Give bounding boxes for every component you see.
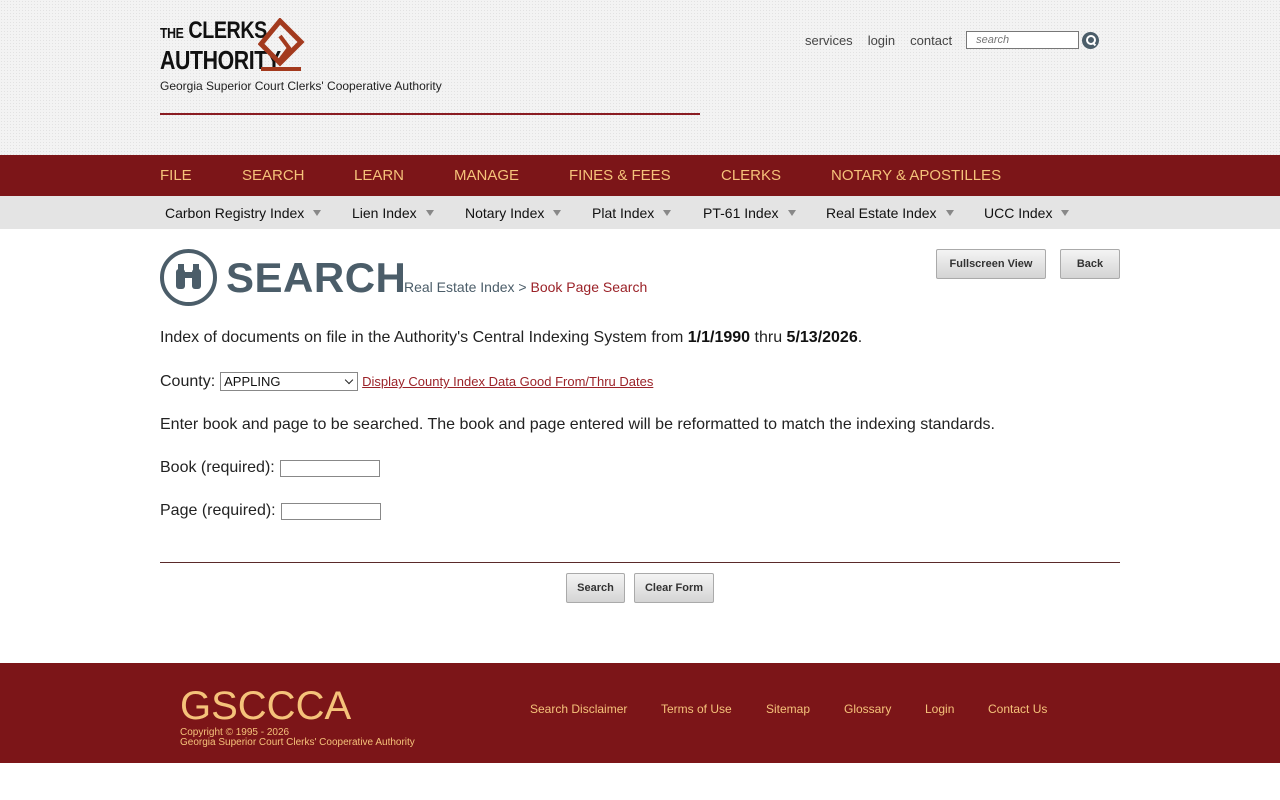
county-row: County: APPLING Display County Index Dat… <box>160 372 653 391</box>
dropdown-triangle-icon <box>553 210 562 216</box>
select-chevron-icon <box>344 375 354 385</box>
nav-file[interactable]: FILE <box>160 167 192 184</box>
back-button[interactable]: Back <box>1060 249 1120 279</box>
subnav-pt61[interactable]: PT-61 Index <box>703 205 796 221</box>
site-logo[interactable]: THE CLERKS AUTHORITY <box>160 18 310 76</box>
fullscreen-button[interactable]: Fullscreen View <box>936 249 1046 279</box>
breadcrumb-real-estate[interactable]: Real Estate Index <box>404 279 515 295</box>
nav-fines-fees[interactable]: FINES & FEES <box>569 167 671 184</box>
dropdown-triangle-icon <box>787 210 796 216</box>
nav-notary-apostilles[interactable]: NOTARY & APOSTILLES <box>831 167 1001 184</box>
form-divider <box>160 562 1120 563</box>
index-subnav: Carbon Registry Index Lien Index Notary … <box>0 196 1280 229</box>
county-label: County: <box>160 372 216 390</box>
logo-mark-icon <box>258 18 305 71</box>
footer-search-disclaimer[interactable]: Search Disclaimer <box>530 702 627 716</box>
footer-brand: GSCCCA <box>180 684 352 728</box>
subnav-notary[interactable]: Notary Index <box>465 205 562 221</box>
footer-glossary[interactable]: Glossary <box>844 702 891 716</box>
book-row: Book (required): <box>160 459 380 477</box>
nav-learn[interactable]: LEARN <box>354 167 404 184</box>
breadcrumb-separator: > <box>518 279 527 295</box>
site-tagline: Georgia Superior Court Clerks' Cooperati… <box>160 79 442 93</box>
login-link[interactable]: login <box>868 33 895 48</box>
county-dates-link[interactable]: Display County Index Data Good From/Thru… <box>362 374 653 389</box>
dropdown-triangle-icon <box>663 210 672 216</box>
page-row: Page (required): <box>160 502 381 520</box>
book-label: Book (required): <box>160 459 275 476</box>
page-title: SEARCH <box>226 254 407 301</box>
index-from-date: 1/1/1990 <box>687 329 751 346</box>
nav-manage[interactable]: MANAGE <box>454 167 519 184</box>
search-icon[interactable] <box>1082 31 1100 49</box>
index-date-range: Index of documents on file in the Author… <box>160 329 863 346</box>
footer-sitemap[interactable]: Sitemap <box>766 702 810 716</box>
subnav-real-estate[interactable]: Real Estate Index <box>826 205 954 221</box>
contact-link[interactable]: contact <box>910 33 952 48</box>
page-input[interactable] <box>280 502 381 520</box>
nav-clerks[interactable]: CLERKS <box>721 167 781 184</box>
main-nav: FILE SEARCH LEARN MANAGE FINES & FEES CL… <box>0 155 1280 196</box>
dropdown-triangle-icon <box>945 210 954 216</box>
footer-login[interactable]: Login <box>925 702 954 716</box>
county-select[interactable]: APPLING <box>220 372 359 391</box>
dropdown-triangle-icon <box>313 210 322 216</box>
services-link[interactable]: services <box>805 33 853 48</box>
header-divider <box>160 113 700 115</box>
site-header: THE CLERKS AUTHORITY Georgia Superior Co… <box>0 0 1280 155</box>
site-footer: GSCCCA Copyright © 1995 - 2026 Georgia S… <box>0 663 1280 763</box>
subnav-ucc[interactable]: UCC Index <box>984 205 1070 221</box>
book-input[interactable] <box>279 459 380 477</box>
footer-contact[interactable]: Contact Us <box>988 702 1047 716</box>
footer-terms[interactable]: Terms of Use <box>661 702 732 716</box>
nav-search[interactable]: SEARCH <box>242 167 305 184</box>
footer-copyright: Copyright © 1995 - 2026 Georgia Superior… <box>180 727 415 748</box>
search-instructions: Enter book and page to be searched. The … <box>160 416 995 433</box>
search-button[interactable]: Search <box>566 573 625 603</box>
breadcrumb-current: Book Page Search <box>530 279 648 295</box>
page-label: Page (required): <box>160 502 276 519</box>
index-to-date: 5/13/2026 <box>786 329 858 346</box>
utility-nav: services login contact <box>805 31 1100 49</box>
subnav-plat[interactable]: Plat Index <box>592 205 672 221</box>
dropdown-triangle-icon <box>1061 210 1070 216</box>
dropdown-triangle-icon <box>425 210 434 216</box>
subnav-lien[interactable]: Lien Index <box>352 205 434 221</box>
site-search-input[interactable] <box>966 31 1080 49</box>
subnav-carbon-registry[interactable]: Carbon Registry Index <box>165 205 322 221</box>
breadcrumb: Real Estate Index > Book Page Search <box>404 279 647 295</box>
binoculars-icon <box>160 249 217 306</box>
clear-form-button[interactable]: Clear Form <box>634 573 714 603</box>
